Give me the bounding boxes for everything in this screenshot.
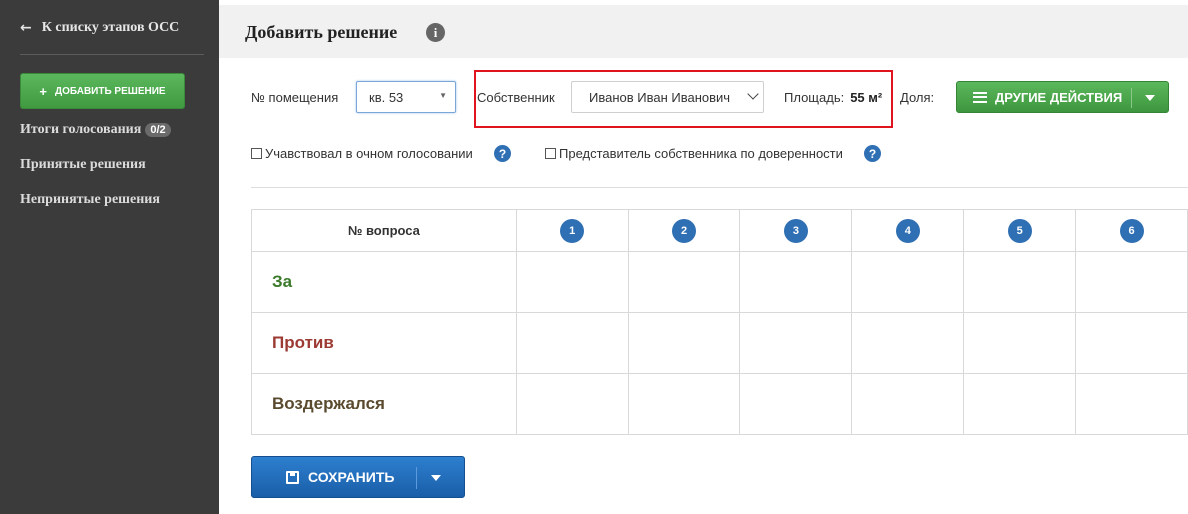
vote-cell[interactable] [851, 373, 965, 435]
vote-against-label: Против [251, 312, 517, 374]
sidebar-item-label: Итоги голосования [20, 122, 142, 137]
help-icon[interactable]: ? [494, 145, 511, 162]
in-person-vote-option[interactable]: Учавствовал в очном голосовании [251, 146, 473, 161]
back-to-stages-link[interactable]: ← К списку этапов ОСС [20, 20, 179, 36]
question-header: 2 [627, 209, 741, 252]
plus-icon: + [39, 83, 48, 99]
vote-cell[interactable] [739, 373, 853, 435]
in-person-checkbox[interactable] [251, 148, 262, 159]
share-label: Доля: [900, 90, 935, 105]
vote-for-label: За [251, 251, 517, 313]
vote-cell[interactable] [739, 312, 853, 374]
area-field: Площадь: 55 м² [784, 90, 882, 105]
question-number-badge: 1 [560, 218, 585, 243]
button-divider [1131, 88, 1132, 108]
table-header-row: № вопроса 1 2 3 4 5 6 [251, 209, 1188, 252]
question-header: 6 [1075, 209, 1188, 252]
vote-cell[interactable] [515, 251, 629, 313]
proxy-label: Представитель собственника по довереннос… [559, 146, 843, 161]
vote-cell[interactable] [851, 251, 965, 313]
arrow-left-icon: ← [20, 20, 32, 36]
save-button[interactable]: СОХРАНИТЬ [251, 456, 465, 498]
help-icon[interactable]: ? [864, 145, 881, 162]
vote-cell[interactable] [1075, 312, 1188, 374]
question-number-badge: 2 [672, 218, 697, 243]
page-header: Добавить решение i [219, 5, 1188, 58]
add-decision-label: ДОБАВИТЬ РЕШЕНИЕ [55, 85, 166, 97]
other-actions-label: ДРУГИЕ ДЕЙСТВИЯ [995, 89, 1123, 105]
table-row: За [251, 251, 1188, 313]
sidebar-item-rejected[interactable]: Непринятые решения [20, 192, 160, 208]
vote-cell[interactable] [963, 373, 1077, 435]
area-label: Площадь: [784, 90, 845, 105]
back-link-label: К списку этапов ОСС [41, 20, 180, 35]
page-title: Добавить решение [245, 22, 398, 42]
proxy-option[interactable]: Представитель собственника по довереннос… [545, 146, 843, 161]
vote-cell[interactable] [1075, 373, 1188, 435]
vote-cell[interactable] [851, 312, 965, 374]
question-header: 1 [515, 209, 629, 252]
sidebar-item-label: Принятые решения [20, 157, 146, 172]
chevron-down-icon [747, 88, 759, 100]
caret-down-icon[interactable] [431, 475, 441, 481]
area-value: 55 м² [850, 90, 883, 105]
vote-cell[interactable] [627, 251, 741, 313]
owner-label: Собственник [477, 90, 555, 105]
caret-down-icon[interactable] [1145, 95, 1155, 101]
vote-cell[interactable] [627, 373, 741, 435]
vote-cell[interactable] [963, 251, 1077, 313]
sidebar-item-voting-results[interactable]: Итоги голосования 0/2 [20, 122, 171, 138]
question-number-header: № вопроса [251, 209, 517, 252]
table-row: Против [251, 312, 1188, 374]
room-select-value: кв. 53 [369, 89, 404, 105]
floppy-disk-icon [286, 470, 299, 484]
sidebar: ← К списку этапов ОСС + ДОБАВИТЬ РЕШЕНИЕ… [0, 0, 219, 514]
list-icon [973, 91, 987, 103]
in-person-label: Учавствовал в очном голосовании [265, 146, 473, 161]
sidebar-item-accepted[interactable]: Принятые решения [20, 157, 146, 173]
vote-cell[interactable] [963, 312, 1077, 374]
question-number-badge: 3 [783, 218, 808, 243]
owner-select-value: Иванов Иван Иванович [589, 89, 731, 105]
question-header: 5 [963, 209, 1077, 252]
owner-select[interactable]: Иванов Иван Иванович [571, 81, 764, 113]
button-divider [416, 467, 417, 489]
save-label: СОХРАНИТЬ [308, 469, 395, 485]
add-decision-button[interactable]: + ДОБАВИТЬ РЕШЕНИЕ [20, 73, 185, 109]
info-icon[interactable]: i [426, 23, 445, 42]
sidebar-divider [20, 54, 204, 55]
table-row: Воздержался [251, 373, 1188, 435]
sidebar-item-label: Непринятые решения [20, 192, 160, 207]
vote-cell[interactable] [1075, 251, 1188, 313]
question-number-badge: 6 [1119, 218, 1144, 243]
proxy-checkbox[interactable] [545, 148, 556, 159]
vote-abstain-label: Воздержался [251, 373, 517, 435]
question-number-badge: 4 [895, 218, 920, 243]
vote-cell[interactable] [739, 251, 853, 313]
caret-down-icon: ▼ [439, 91, 447, 100]
question-header: 4 [851, 209, 965, 252]
room-label: № помещения [251, 90, 339, 105]
votes-table: № вопроса 1 2 3 4 5 6 За Против Воздержа… [251, 209, 1188, 435]
question-header: 3 [739, 209, 853, 252]
count-badge: 0/2 [145, 123, 171, 137]
vote-cell[interactable] [515, 312, 629, 374]
question-number-badge: 5 [1007, 218, 1032, 243]
vote-cell[interactable] [515, 373, 629, 435]
room-select[interactable]: кв. 53 ▼ [356, 81, 456, 113]
other-actions-button[interactable]: ДРУГИЕ ДЕЙСТВИЯ [956, 81, 1169, 113]
divider [251, 187, 1188, 188]
vote-cell[interactable] [627, 312, 741, 374]
